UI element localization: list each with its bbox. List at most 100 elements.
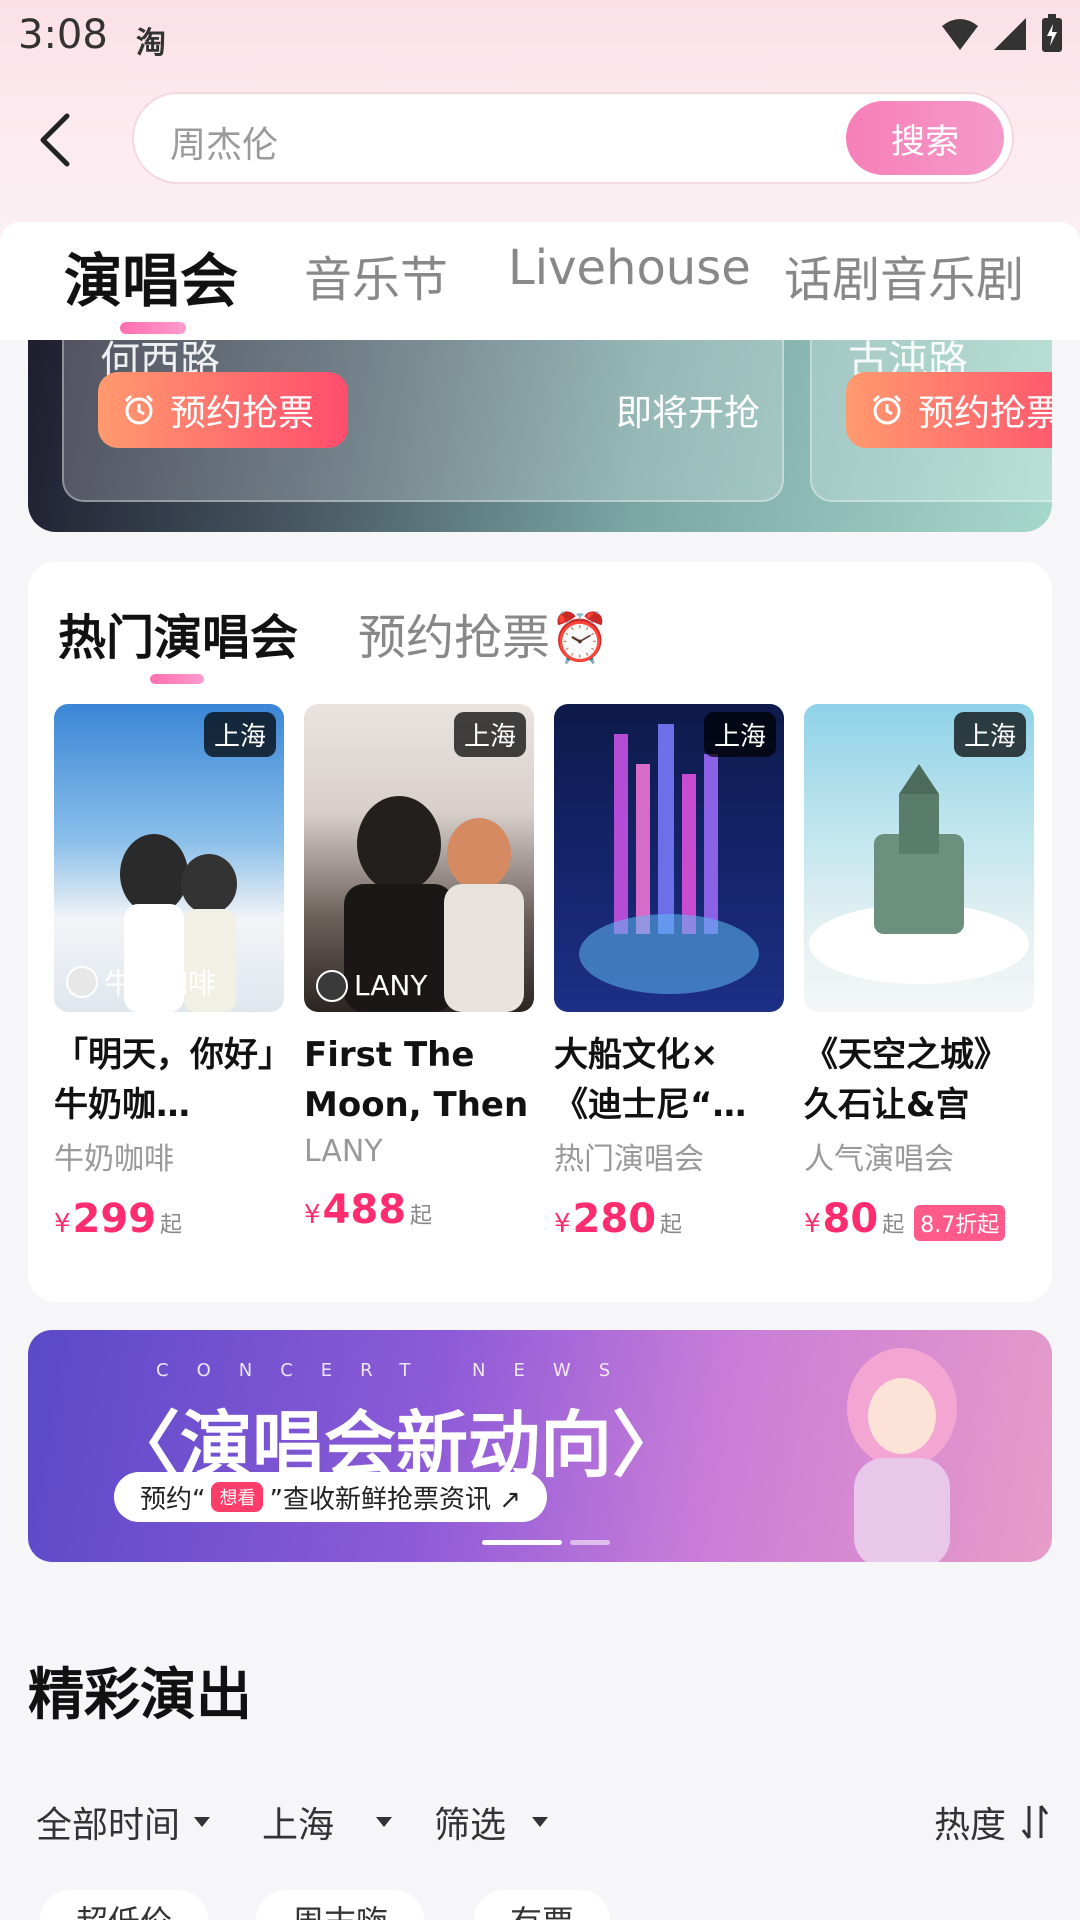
concert-poster[interactable]: 上海 牛奶咖啡 — [54, 704, 284, 1012]
presale-card[interactable]: 古沌路 预约抢票 — [810, 340, 1052, 502]
discount-badge: 8.7折起 — [914, 1205, 1006, 1241]
tab-livehouse[interactable]: Livehouse — [508, 240, 751, 296]
artist-chip[interactable]: 牛奶咖啡 — [66, 962, 216, 1002]
alarm-clock-icon — [872, 394, 902, 425]
concert-item[interactable]: 上海 LANY First The Moon, Then … LANY ¥ 48… — [304, 704, 534, 1233]
banner-cta[interactable]: 预约“ 想看 ”查收新鲜抢票资讯 ↗ — [114, 1472, 548, 1522]
back-button[interactable] — [30, 108, 80, 172]
concert-title: 大船文化×《迪士尼“… — [554, 1035, 747, 1125]
active-tab-indicator — [120, 322, 186, 334]
concert-poster[interactable]: 上海 — [804, 704, 1034, 1012]
price-amount: 280 — [572, 1196, 657, 1242]
concert-title: First The Moon, Then … — [304, 1035, 529, 1125]
presale-carousel[interactable]: 何西路 预约抢票 即将开抢 古沌路 预约抢票 — [28, 340, 1052, 532]
time-filter-label: 全部时间 — [36, 1805, 181, 1846]
price-suffix: 起 — [410, 1204, 433, 1229]
pagination-dot-active — [482, 1540, 562, 1545]
concert-subtitle: 牛奶咖啡 — [54, 1142, 174, 1177]
sort-icon — [1021, 1805, 1049, 1839]
price-amount: 80 — [822, 1196, 879, 1242]
concert-subtitle: 热门演唱会 — [554, 1142, 704, 1177]
sort-label: 热度 — [934, 1805, 1007, 1846]
search-input[interactable]: 周杰伦 搜索 — [132, 92, 1014, 184]
hot-concerts-card: 热门演唱会 预约抢票⏰ 上海 牛奶咖啡 「明天，你好」牛奶咖… 牛奶咖啡 ¥ 2… — [28, 562, 1052, 1302]
reserve-ticket-button[interactable]: 预约抢票 — [846, 372, 1052, 448]
price: ¥ 488 起 — [304, 1187, 534, 1233]
concert-poster[interactable]: 上海 LANY — [304, 704, 534, 1012]
city-tag: 上海 — [203, 712, 276, 757]
avatar — [66, 966, 98, 998]
search-button[interactable]: 搜索 — [846, 101, 1004, 175]
price: ¥ 280 起 — [554, 1196, 784, 1242]
want-to-see-badge: 想看 — [211, 1482, 264, 1512]
chip-available[interactable]: 有票 — [474, 1890, 611, 1920]
tab-concert[interactable]: 演唱会 — [64, 234, 238, 318]
sale-status: 即将开抢 — [616, 393, 761, 434]
tab-music-festival[interactable]: 音乐节 — [304, 240, 448, 310]
caret-down-icon — [194, 1817, 211, 1827]
tab-drama-musical[interactable]: 话剧音乐剧 — [784, 240, 1024, 310]
concert-news-banner[interactable]: CONCERT NEWS 〈演唱会新动向〉 预约“ 想看 ”查收新鲜抢票资讯 ↗ — [28, 1330, 1052, 1562]
chip-super-low-price[interactable]: 超低价 — [40, 1890, 209, 1920]
reserve-ticket-label: 预约抢票 — [918, 393, 1052, 434]
concert-subtitle: 人气演唱会 — [804, 1142, 954, 1177]
signal-icon — [994, 18, 1026, 50]
price: ¥ 80 起 8.7折起 — [804, 1196, 1034, 1242]
chevron-left-icon — [40, 113, 70, 167]
price-suffix: 起 — [882, 1213, 905, 1238]
city-filter-label: 上海 — [262, 1805, 335, 1846]
reserve-ticket-label: 预约抢票 — [170, 393, 315, 434]
price-amount: 299 — [72, 1196, 157, 1242]
tab-reserve-tickets[interactable]: 预约抢票⏰ — [358, 598, 610, 668]
banner-cta-suffix: ”查收新鲜抢票资讯 ↗ — [269, 1484, 522, 1515]
caret-down-icon — [376, 1817, 393, 1827]
more-filter-label: 筛选 — [434, 1805, 507, 1846]
price-suffix: 起 — [660, 1213, 683, 1238]
wifi-icon — [942, 19, 978, 50]
artist-name: 牛奶咖啡 — [104, 967, 217, 1000]
status-bar: 3:08 淘 — [0, 0, 1080, 72]
concert-subtitle: LANY — [304, 1134, 383, 1169]
sort-popularity[interactable]: 热度 — [934, 1796, 1050, 1848]
active-tab-indicator — [150, 674, 204, 684]
currency-symbol: ¥ — [54, 1209, 71, 1239]
artist-chip[interactable]: LANY — [316, 969, 427, 1002]
status-icons — [940, 14, 1064, 54]
city-filter[interactable]: 上海 — [262, 1796, 393, 1848]
pagination-dot — [570, 1540, 610, 1545]
currency-symbol: ¥ — [554, 1209, 571, 1239]
avatar — [316, 969, 348, 1002]
banner-pagination — [482, 1540, 610, 1545]
city-tag: 上海 — [953, 712, 1026, 757]
status-time: 3:08 — [18, 12, 108, 58]
banner-cta-prefix: 预约“ — [140, 1484, 206, 1515]
concert-item[interactable]: 上海 大船文化×《迪士尼“… 热门演唱会 ¥ 280 起 — [554, 704, 784, 1242]
more-filter[interactable]: 筛选 — [434, 1796, 549, 1848]
banner-english-title: CONCERT NEWS — [156, 1360, 639, 1381]
city-tag: 上海 — [453, 712, 526, 757]
battery-charging-icon — [1042, 14, 1062, 52]
category-tabs: 演唱会 音乐节 Livehouse 话剧音乐剧 — [0, 222, 1080, 340]
section-title: 精彩演出 — [28, 1663, 252, 1728]
price-suffix: 起 — [160, 1213, 183, 1238]
concert-poster[interactable]: 上海 — [554, 704, 784, 1012]
time-filter[interactable]: 全部时间 — [36, 1796, 211, 1848]
price: ¥ 299 起 — [54, 1196, 284, 1242]
price-amount: 488 — [322, 1187, 407, 1233]
tab-hot-concerts[interactable]: 热门演唱会 — [58, 598, 298, 668]
taobao-notification-icon: 淘 — [136, 26, 166, 61]
search-placeholder: 周杰伦 — [170, 125, 279, 166]
concert-item[interactable]: 上海 牛奶咖啡 「明天，你好」牛奶咖… 牛奶咖啡 ¥ 299 起 — [54, 704, 284, 1242]
alarm-clock-icon — [124, 394, 154, 425]
chip-weekend[interactable]: 周末嗨 — [256, 1890, 425, 1920]
reserve-ticket-button[interactable]: 预约抢票 — [98, 372, 348, 448]
concert-title: 「明天，你好」牛奶咖… — [54, 1035, 275, 1125]
caret-down-icon — [532, 1817, 549, 1827]
singer-illustration — [847, 1348, 957, 1562]
currency-symbol: ¥ — [304, 1200, 321, 1230]
presale-card[interactable]: 何西路 预约抢票 即将开抢 — [62, 340, 784, 502]
concert-item[interactable]: 上海 《天空之城》久石让&宫崎… 人气演唱会 ¥ 80 起 8.7折起 — [804, 704, 1034, 1242]
city-tag: 上海 — [703, 712, 776, 757]
currency-symbol: ¥ — [804, 1209, 821, 1239]
concert-title: 《天空之城》久石让&宫崎… — [804, 1035, 1008, 1125]
